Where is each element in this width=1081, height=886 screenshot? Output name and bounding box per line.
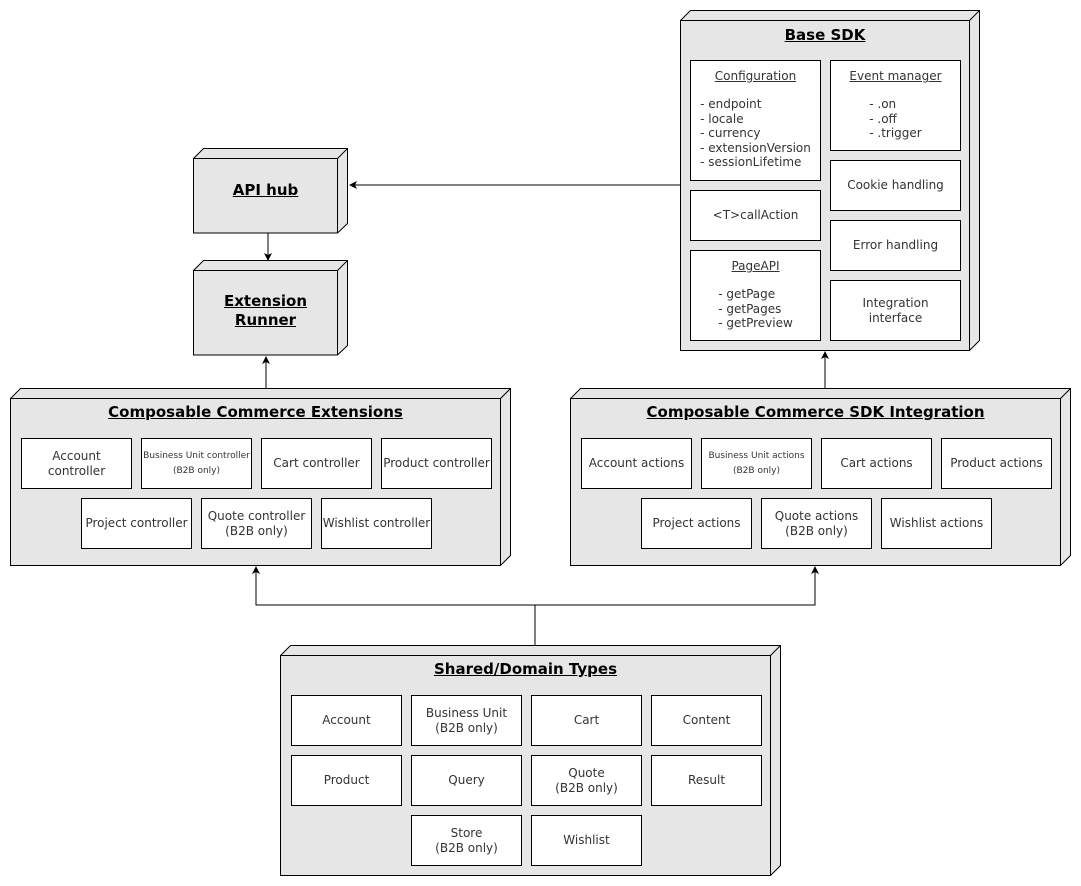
account-type-cell[interactable]: Account xyxy=(291,695,402,746)
base-sdk-title: Base SDK xyxy=(784,26,866,44)
project-controller-cell[interactable]: Project controller xyxy=(81,498,192,549)
configuration-item: - endpoint xyxy=(700,97,762,111)
configuration-item: - extensionVersion xyxy=(700,140,811,155)
integration-interface-cell[interactable]: Integration interface xyxy=(830,280,961,341)
business-unit-controller-cell[interactable]: Business Unit controller (B2B only) xyxy=(141,438,252,489)
query-type-cell[interactable]: Query xyxy=(411,755,522,806)
extensions-title: Composable Commerce Extensions xyxy=(108,403,403,421)
error-handling-cell[interactable]: Error handling xyxy=(830,220,961,271)
quote-actions-cell[interactable]: Quote actions (B2B only) xyxy=(761,498,872,549)
account-actions-cell[interactable]: Account actions xyxy=(581,438,692,489)
event-manager-list: - .on - .off - .trigger xyxy=(869,97,921,141)
b2b-only-note: (B2B only) xyxy=(435,840,498,855)
configuration-item: - sessionLifetime xyxy=(700,155,802,169)
wishlist-type-cell[interactable]: Wishlist xyxy=(531,815,642,866)
b2b-only-note: (B2B only) xyxy=(733,465,780,476)
integration-interface-line1: Integration xyxy=(862,295,929,310)
shared-types-node[interactable]: Shared/Domain Types Account Business Uni… xyxy=(280,645,781,876)
wishlist-actions-cell[interactable]: Wishlist actions xyxy=(881,498,992,549)
quote-controller-cell[interactable]: Quote controller (B2B only) xyxy=(201,498,312,549)
call-action-cell[interactable]: <T>callAction xyxy=(690,190,821,241)
arrow-shared-to-extensions xyxy=(252,566,536,645)
arrow-shared-to-integration xyxy=(535,566,819,606)
b2b-only-note: (B2B only) xyxy=(785,523,848,538)
quote-controller-label: Quote controller xyxy=(207,508,306,523)
configuration-title: Configuration xyxy=(714,69,797,83)
event-manager-title: Event manager xyxy=(849,69,942,83)
page-api-cell[interactable]: PageAPI - getPage - getPages - getPrevie… xyxy=(690,250,821,341)
integration-interface-line2: interface xyxy=(868,310,923,325)
project-actions-cell[interactable]: Project actions xyxy=(641,498,752,549)
page-api-list: - getPage - getPages - getPreview xyxy=(718,287,793,331)
event-manager-cell[interactable]: Event manager - .on - .off - .trigger xyxy=(830,60,961,151)
b2b-only-note: (B2B only) xyxy=(435,720,498,735)
extension-runner-title: Extension Runner xyxy=(193,292,338,330)
base-sdk-node[interactable]: Base SDK Configuration - endpoint - loca… xyxy=(680,10,980,351)
business-unit-controller-label: Business Unit controller xyxy=(143,450,250,461)
api-hub-title: API hub xyxy=(232,181,299,199)
b2b-only-note: (B2B only) xyxy=(225,523,288,538)
page-api-item: - getPages xyxy=(718,301,782,316)
configuration-list: - endpoint - locale - currency - extensi… xyxy=(700,97,811,170)
cart-controller-cell[interactable]: Cart controller xyxy=(261,438,372,489)
store-type-cell[interactable]: Store (B2B only) xyxy=(411,815,522,866)
shared-types-title: Shared/Domain Types xyxy=(433,660,617,678)
store-type-label: Store xyxy=(450,825,483,840)
page-api-item: - getPreview xyxy=(718,316,793,330)
business-unit-actions-label: Business Unit actions xyxy=(708,450,805,461)
configuration-item: - locale xyxy=(700,111,744,126)
b2b-only-note: (B2B only) xyxy=(555,780,618,795)
extension-runner-title-line1: Extension xyxy=(224,292,307,310)
account-controller-cell[interactable]: Account controller xyxy=(21,438,132,489)
b2b-only-note: (B2B only) xyxy=(173,465,220,476)
cart-actions-cell[interactable]: Cart actions xyxy=(821,438,932,489)
extensions-node[interactable]: Composable Commerce Extensions Account c… xyxy=(10,388,511,566)
api-hub-node[interactable]: API hub xyxy=(193,148,348,234)
quote-actions-label: Quote actions xyxy=(774,508,859,523)
quote-type-label: Quote xyxy=(568,765,605,780)
business-unit-type-cell[interactable]: Business Unit (B2B only) xyxy=(411,695,522,746)
extension-runner-title-line2: Runner xyxy=(234,311,297,329)
sdk-integration-node[interactable]: Composable Commerce SDK Integration Acco… xyxy=(570,388,1071,566)
page-api-item: - getPage xyxy=(718,287,776,301)
quote-type-cell[interactable]: Quote (B2B only) xyxy=(531,755,642,806)
sdk-integration-title: Composable Commerce SDK Integration xyxy=(646,403,985,421)
extension-runner-node[interactable]: Extension Runner xyxy=(193,260,348,356)
wishlist-controller-cell[interactable]: Wishlist controller xyxy=(321,498,432,549)
product-actions-cell[interactable]: Product actions xyxy=(941,438,1052,489)
cart-type-cell[interactable]: Cart xyxy=(531,695,642,746)
business-unit-actions-cell[interactable]: Business Unit actions (B2B only) xyxy=(701,438,812,489)
business-unit-type-label: Business Unit xyxy=(425,705,508,720)
product-controller-cell[interactable]: Product controller xyxy=(381,438,492,489)
page-api-title: PageAPI xyxy=(731,259,780,273)
cookie-handling-cell[interactable]: Cookie handling xyxy=(830,160,961,211)
event-manager-item: - .off xyxy=(869,111,897,126)
configuration-item: - currency xyxy=(700,126,761,140)
event-manager-item: - .on xyxy=(869,97,897,111)
event-manager-item: - .trigger xyxy=(869,126,922,140)
configuration-cell[interactable]: Configuration - endpoint - locale - curr… xyxy=(690,60,821,181)
product-type-cell[interactable]: Product xyxy=(291,755,402,806)
result-type-cell[interactable]: Result xyxy=(651,755,762,806)
content-type-cell[interactable]: Content xyxy=(651,695,762,746)
